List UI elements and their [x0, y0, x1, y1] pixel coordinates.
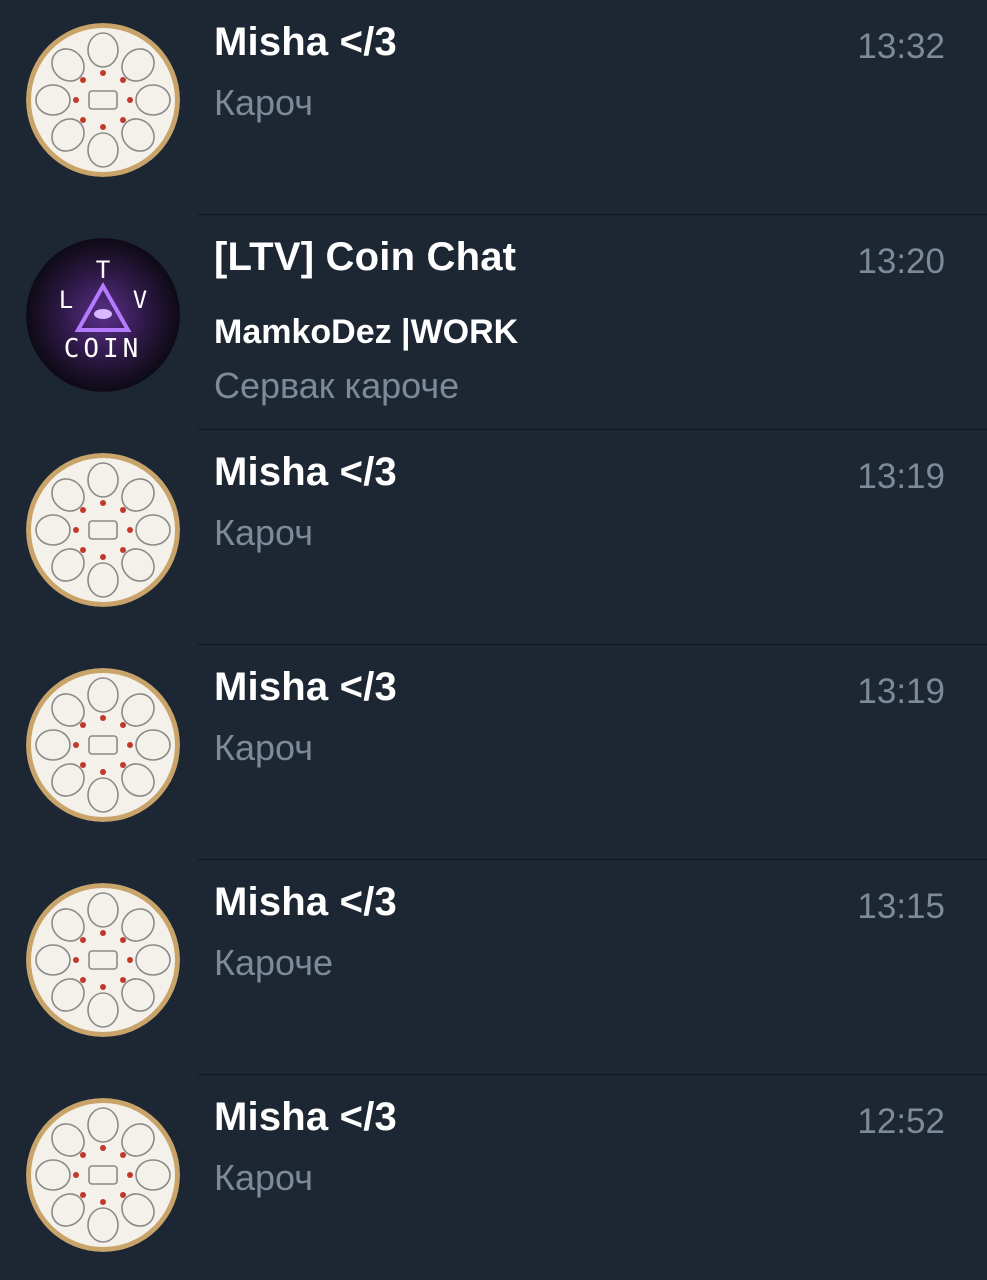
chat-preview: Кароч	[214, 82, 313, 123]
chat-preview: Сервак кароче	[214, 365, 460, 406]
chat-title: [LTV] Coin Chat	[214, 235, 517, 279]
misha-avatar-icon	[26, 453, 180, 607]
chat-title: Misha </3	[214, 880, 397, 924]
chat-time: 13:19	[857, 672, 945, 711]
chat-preview: Кароч	[214, 1157, 313, 1198]
chat-time: 13:19	[857, 457, 945, 496]
ltv-logo-right-letter: V	[133, 286, 147, 314]
chat-time: 13:20	[857, 242, 945, 281]
chat-row[interactable]: T L V COIN [LTV] Coin Chat 13:20 MamkoDe…	[0, 215, 987, 430]
chat-title: Misha </3	[214, 665, 397, 709]
ltv-coin-logo-icon: T L V COIN	[26, 238, 180, 392]
chat-time: 13:32	[857, 27, 945, 66]
chat-row[interactable]: Misha </3 13:19 Кароч	[0, 645, 987, 860]
ltv-logo-bottom-text: COIN	[64, 334, 143, 364]
misha-avatar-icon	[26, 883, 180, 1037]
chat-row[interactable]: Misha </3 13:32 Кароч	[0, 0, 987, 215]
ltv-logo-top-letter: T	[96, 256, 110, 284]
chat-row[interactable]: Misha </3 13:19 Кароч	[0, 430, 987, 645]
misha-avatar-icon	[26, 1098, 180, 1252]
misha-avatar-icon	[26, 23, 180, 177]
chat-preview: Кароч	[214, 512, 313, 553]
chat-row[interactable]: Misha </3 12:52 Кароч	[0, 1075, 987, 1280]
chat-list: Misha </3 13:32 Кароч T L V COIN [LTV] C…	[0, 0, 987, 1280]
chat-title: Misha </3	[214, 450, 397, 494]
chat-title: Misha </3	[214, 20, 397, 64]
chat-time: 12:52	[857, 1102, 945, 1141]
chat-sender: MamkoDez |WORK	[214, 313, 519, 351]
chat-title: Misha </3	[214, 1095, 397, 1139]
chat-row[interactable]: Misha </3 13:15 Кароче	[0, 860, 987, 1075]
chat-preview: Кароче	[214, 942, 334, 983]
misha-avatar-icon	[26, 668, 180, 822]
ltv-logo-left-letter: L	[59, 286, 73, 314]
chat-time: 13:15	[857, 887, 945, 926]
chat-preview: Кароч	[214, 727, 313, 768]
